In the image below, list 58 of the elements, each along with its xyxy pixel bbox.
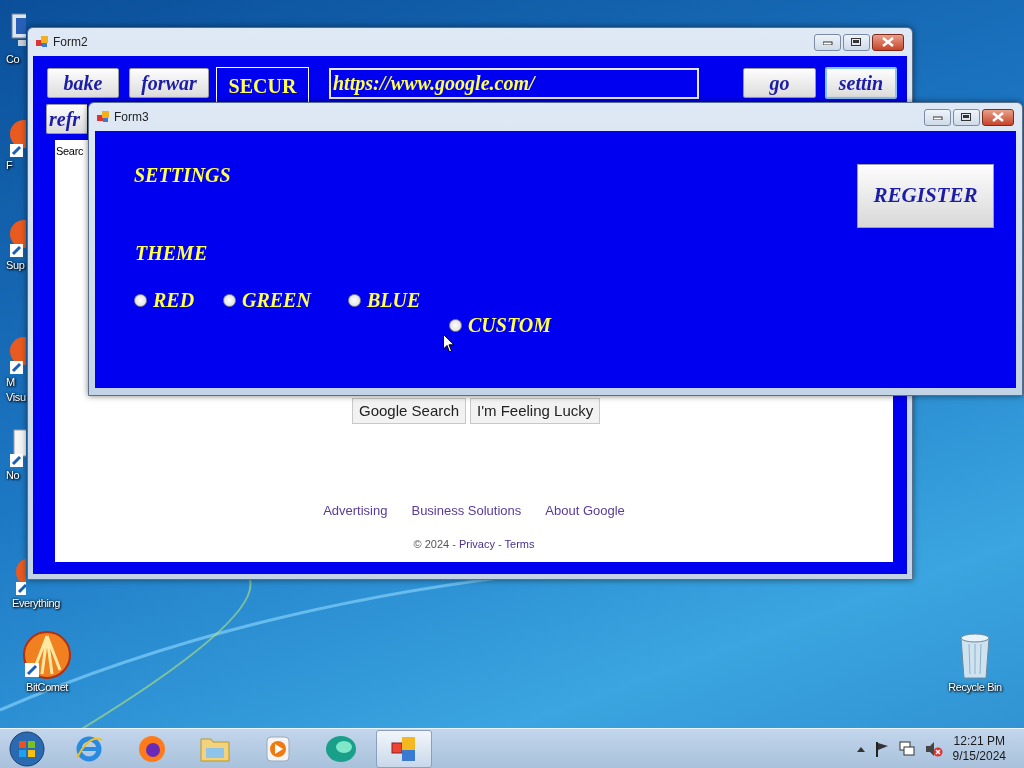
window-title: Form3: [114, 109, 149, 126]
desktop-icon-label: Sup: [6, 258, 26, 273]
go-button[interactable]: go: [743, 68, 816, 98]
flag-icon[interactable]: [874, 740, 889, 757]
desktop-icon-label: No: [6, 468, 21, 483]
nav-button[interactable]: forwar: [129, 68, 209, 98]
desktop-icon-label: Recycle Bin: [948, 680, 1002, 695]
maximize-icon: [961, 112, 972, 122]
nav-button[interactable]: bake: [47, 68, 119, 98]
maximize-button[interactable]: [953, 108, 980, 126]
app-window-icon: [36, 36, 48, 48]
clock-time[interactable]: 12:21 PM: [952, 733, 1006, 749]
clock-date[interactable]: 9/15/2024: [952, 748, 1006, 764]
footer-link[interactable]: Business Solutions: [411, 501, 522, 521]
close-icon: [992, 112, 1004, 122]
radio-button[interactable]: [223, 293, 236, 307]
desktop-icon-label: BitComet: [25, 680, 68, 695]
footer-link[interactable]: Terms: [504, 538, 535, 550]
desktop-icon-label: M Visu: [6, 375, 26, 405]
security-label: SECUR: [216, 67, 309, 104]
radio-button[interactable]: [449, 318, 462, 332]
copyright-text: © 2024 - Privacy - Terms: [412, 537, 536, 552]
register-button[interactable]: REGISTER: [857, 164, 994, 228]
desktop-icon-label: F: [6, 158, 14, 173]
close-button[interactable]: [872, 33, 904, 51]
window-title: Form2: [53, 34, 88, 51]
network-icon[interactable]: [898, 740, 915, 757]
desktop-icon-label: Everything: [12, 596, 60, 611]
url-field[interactable]: https://www.google.com/: [329, 68, 699, 99]
refresh-button[interactable]: refr: [46, 104, 87, 134]
search-label: Searc: [56, 144, 84, 159]
maximize-icon: [851, 37, 862, 47]
desktop-icon-label: Co: [6, 52, 21, 67]
settings-button[interactable]: settin: [825, 67, 897, 99]
maximize-button[interactable]: [843, 33, 870, 51]
footer-link[interactable]: About Google: [545, 501, 625, 521]
close-icon: [882, 37, 894, 47]
minimize-icon: [932, 114, 943, 120]
search-page-button[interactable]: I'm Feeling Lucky: [470, 398, 601, 424]
close-button[interactable]: [982, 108, 1014, 126]
theme-label: THEME: [135, 241, 208, 265]
minimize-icon: [822, 39, 833, 45]
radio-label: RED: [153, 288, 195, 312]
radio-button[interactable]: [134, 293, 147, 307]
settings-heading: SETTINGS: [134, 163, 231, 187]
footer-link[interactable]: Privacy: [458, 538, 495, 550]
radio-label: BLUE: [367, 288, 421, 312]
show-hidden-icons-button[interactable]: [856, 745, 865, 752]
mouse-pointer-icon: [443, 334, 455, 353]
search-page-button[interactable]: Google Search: [352, 398, 467, 424]
app-window-icon: [97, 111, 109, 123]
comet-ball-icon[interactable]: [22, 630, 72, 680]
footer-link[interactable]: Advertising: [323, 501, 388, 521]
radio-label: CUSTOM: [468, 313, 551, 337]
radio-button[interactable]: [348, 293, 361, 307]
radio-label: GREEN: [242, 288, 311, 312]
app-window-icon[interactable]: [376, 729, 432, 768]
muted-speaker-icon[interactable]: [924, 740, 943, 757]
